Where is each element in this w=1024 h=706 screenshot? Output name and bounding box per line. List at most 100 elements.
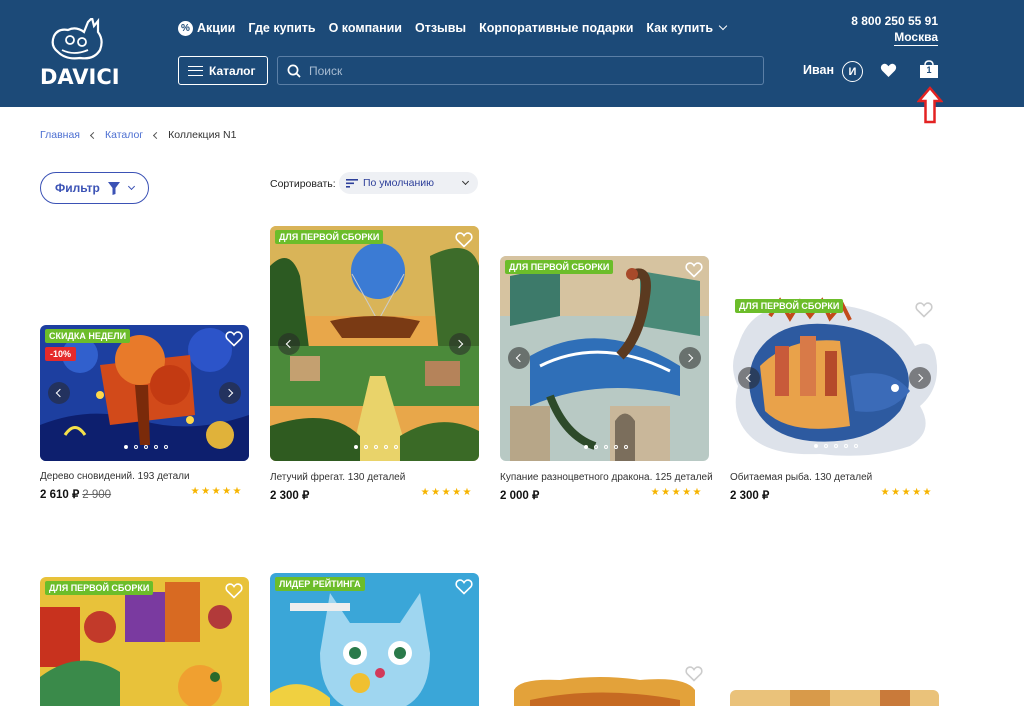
product-badge: ЛИДЕР РЕЙТИНГА xyxy=(275,577,365,591)
next-image-button[interactable] xyxy=(679,347,701,369)
top-navigation: % Акции Где купить О компании Отзывы Корп… xyxy=(178,19,739,37)
favorite-heart-icon[interactable] xyxy=(685,262,703,278)
favorite-heart-icon[interactable] xyxy=(455,232,473,248)
breadcrumb-catalog[interactable]: Каталог xyxy=(105,129,143,141)
nav-label: Как купить xyxy=(646,21,714,35)
prev-image-button[interactable] xyxy=(48,382,70,404)
product-image[interactable]: ДЛЯ ПЕРВОЙ СБОРКИ xyxy=(730,296,939,460)
favorite-heart-icon[interactable] xyxy=(685,666,703,682)
nav-about[interactable]: О компании xyxy=(329,21,402,35)
prev-image-button[interactable] xyxy=(508,347,530,369)
product-card[interactable]: ДЛЯ ПЕРВОЙ СБОРКИ Летучий фрегат. 130 де… xyxy=(270,226,479,506)
favorites-heart-icon[interactable] xyxy=(880,63,897,83)
sort-value: По умолчанию xyxy=(363,177,435,189)
nav-how-to-buy[interactable]: Как купить xyxy=(646,21,728,35)
sort-icon xyxy=(346,178,358,188)
nav-label: Акции xyxy=(197,21,236,35)
sort-label: Сортировать: xyxy=(270,178,336,190)
product-price: 2 300 ₽ xyxy=(270,490,310,502)
product-image[interactable]: ДЛЯ ПЕРВОЙ СБОРКИ xyxy=(270,226,479,461)
percent-icon: % xyxy=(178,20,193,36)
city-selector[interactable]: Москва xyxy=(894,30,938,46)
nav-where-to-buy[interactable]: Где купить xyxy=(248,21,315,35)
product-name[interactable]: Купание разноцветного дракона. 125 детал… xyxy=(500,472,713,483)
nav-corporate-gifts[interactable]: Корпоративные подарки xyxy=(479,21,633,35)
red-arrow-annotation xyxy=(917,86,943,124)
product-card[interactable] xyxy=(500,660,709,706)
chevron-down-icon xyxy=(461,177,470,186)
site-header: DAVICI % Акции Где купить О компании Отзы… xyxy=(0,0,1024,107)
chevron-down-icon xyxy=(127,182,135,191)
chevron-left-icon xyxy=(89,131,98,139)
phone-number[interactable]: 8 800 250 55 91 xyxy=(851,14,938,28)
product-image[interactable]: ЛИДЕР РЕЙТИНГА xyxy=(270,573,479,706)
image-pagination[interactable] xyxy=(584,445,634,449)
favorite-heart-icon[interactable] xyxy=(455,579,473,595)
product-badge: ДЛЯ ПЕРВОЙ СБОРКИ xyxy=(735,299,844,313)
rating-stars: ★★★★★ xyxy=(880,487,933,498)
product-name[interactable]: Дерево сновидений. 193 детали xyxy=(40,471,190,482)
product-price: 2 300 ₽ xyxy=(730,490,770,502)
filter-label: Фильтр xyxy=(55,181,100,195)
user-name[interactable]: Иван xyxy=(803,63,834,77)
next-image-button[interactable] xyxy=(219,382,241,404)
product-card[interactable]: ЛИДЕР РЕЙТИНГА xyxy=(270,573,479,706)
product-image[interactable]: СКИДКА НЕДЕЛИ -10% xyxy=(40,325,249,461)
chevron-down-icon xyxy=(718,21,728,31)
product-card[interactable]: ДЛЯ ПЕРВОЙ СБОРКИ Обитаемая рыба. 130 де… xyxy=(730,296,939,506)
product-card[interactable]: ДЛЯ ПЕРВОЙ СБОРКИ xyxy=(40,577,249,706)
product-badge: СКИДКА НЕДЕЛИ xyxy=(45,329,131,343)
cart-count-badge: 1 xyxy=(926,65,932,75)
product-name[interactable]: Обитаемая рыба. 130 деталей xyxy=(730,472,872,483)
cart-button[interactable]: 1 xyxy=(919,60,939,84)
funnel-icon xyxy=(107,181,120,195)
next-image-button[interactable] xyxy=(449,333,471,355)
prev-image-button[interactable] xyxy=(738,367,760,389)
image-pagination[interactable] xyxy=(814,444,864,448)
breadcrumb-home[interactable]: Главная xyxy=(40,129,80,141)
image-pagination[interactable] xyxy=(354,445,404,449)
avatar[interactable]: И xyxy=(842,61,863,82)
product-image[interactable] xyxy=(500,660,709,706)
product-card[interactable]: ДЛЯ ПЕРВОЙ СБОРКИ Купание разноцветного … xyxy=(500,256,713,506)
logo-cat-icon xyxy=(51,18,103,60)
favorite-heart-icon[interactable] xyxy=(915,302,933,318)
nav-sales[interactable]: % Акции xyxy=(178,20,236,36)
menu-icon xyxy=(188,65,203,76)
old-price: 2 900 xyxy=(82,489,112,501)
product-image[interactable] xyxy=(730,690,939,706)
product-price: 2 000 ₽ xyxy=(500,490,540,502)
search-bar xyxy=(277,56,764,85)
image-pagination[interactable] xyxy=(124,445,174,449)
product-badge: ДЛЯ ПЕРВОЙ СБОРКИ xyxy=(45,581,154,595)
discount-badge: -10% xyxy=(45,347,77,361)
search-input[interactable] xyxy=(309,63,729,78)
product-card[interactable]: СКИДКА НЕДЕЛИ -10% Дерево сновидений. 19… xyxy=(40,325,249,505)
logo-text: DAVICI xyxy=(40,65,120,89)
product-badge: ДЛЯ ПЕРВОЙ СБОРКИ xyxy=(275,230,384,244)
search-icon xyxy=(287,64,301,78)
product-badge: ДЛЯ ПЕРВОЙ СБОРКИ xyxy=(505,260,614,274)
nav-reviews[interactable]: Отзывы xyxy=(415,21,466,35)
next-image-button[interactable] xyxy=(909,367,931,389)
current-price: 2 610 ₽ xyxy=(40,489,80,501)
product-price: 2 610 ₽2 900 xyxy=(40,487,111,501)
sort-dropdown[interactable]: По умолчанию xyxy=(339,172,478,194)
favorite-heart-icon[interactable] xyxy=(225,331,243,347)
breadcrumb: Главная Каталог Коллекция N1 xyxy=(40,129,236,141)
filter-button[interactable]: Фильтр xyxy=(40,172,149,204)
rating-stars: ★★★★★ xyxy=(650,487,703,498)
rating-stars: ★★★★★ xyxy=(190,486,243,497)
prev-image-button[interactable] xyxy=(278,333,300,355)
product-name[interactable]: Летучий фрегат. 130 деталей xyxy=(270,472,405,483)
chevron-left-icon xyxy=(153,131,161,139)
catalog-button[interactable]: Каталог xyxy=(178,56,268,85)
product-image[interactable]: ДЛЯ ПЕРВОЙ СБОРКИ xyxy=(500,256,709,461)
breadcrumb-current: Коллекция N1 xyxy=(168,129,237,141)
product-image[interactable]: ДЛЯ ПЕРВОЙ СБОРКИ xyxy=(40,577,249,706)
favorite-heart-icon[interactable] xyxy=(225,583,243,599)
rating-stars: ★★★★★ xyxy=(420,487,473,498)
catalog-label: Каталог xyxy=(209,63,256,78)
product-card[interactable] xyxy=(730,690,939,706)
davici-logo[interactable]: DAVICI xyxy=(38,18,122,89)
